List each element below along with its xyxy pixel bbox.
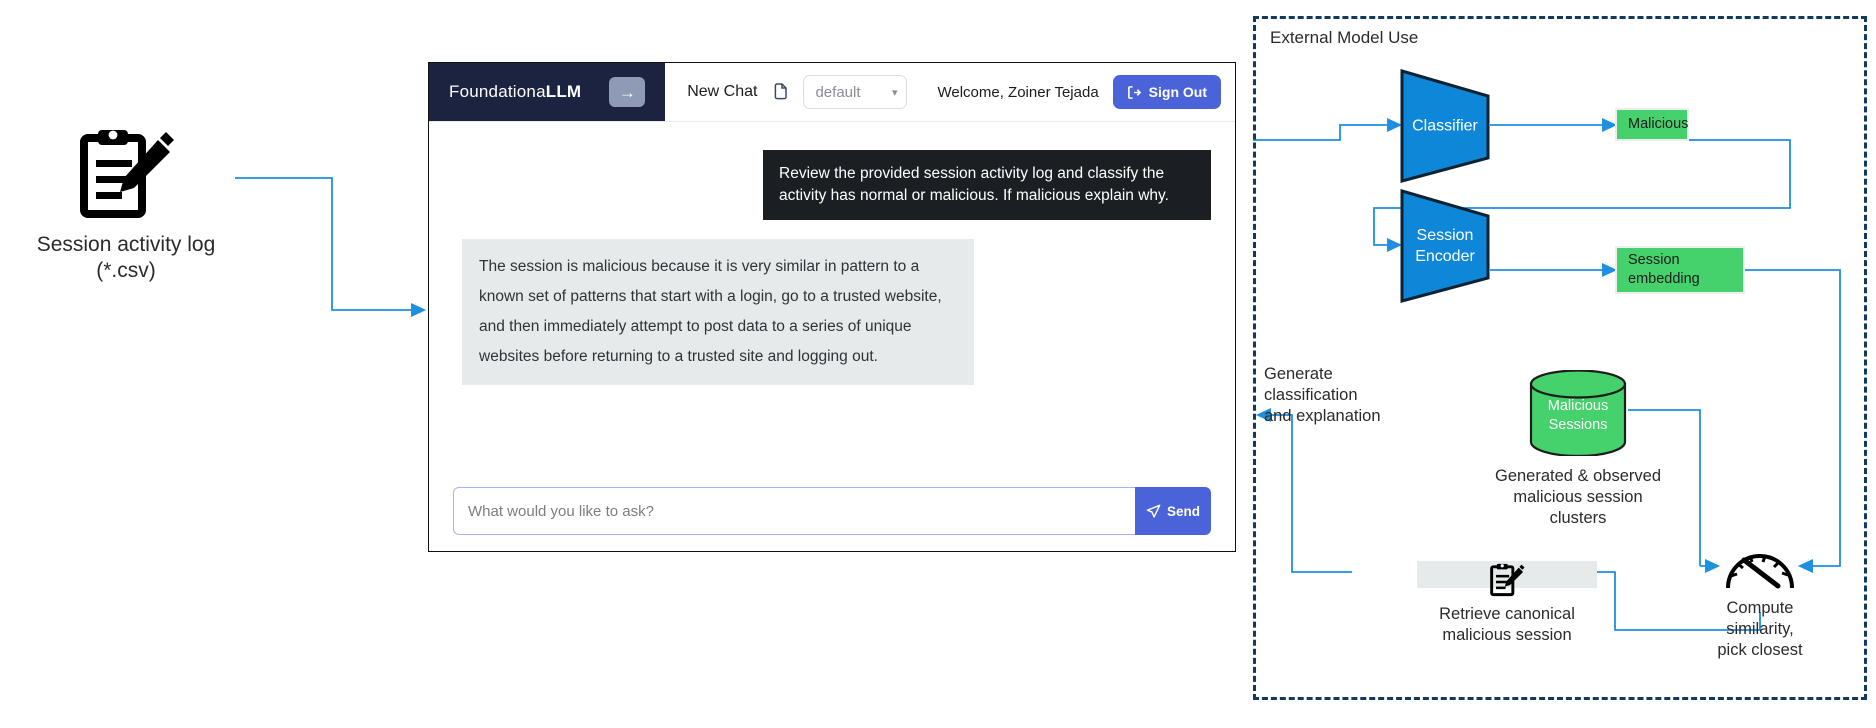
sign-out-button[interactable]: Sign Out <box>1112 75 1221 109</box>
retrieve-session-caption: Retrieve canonical malicious session <box>1407 604 1607 646</box>
cylinder-label-line2: Sessions <box>1548 417 1608 434</box>
generate-caption-line3: and explanation <box>1264 407 1381 425</box>
send-button[interactable]: Send <box>1135 487 1211 535</box>
cylinder-caption-line1: Generated & observed <box>1494 467 1662 485</box>
cylinder-label-line1: Malicious <box>1547 398 1609 415</box>
paper-plane-icon <box>1146 504 1161 518</box>
classifier-shape <box>1400 69 1490 183</box>
generate-caption-line2: classification <box>1264 386 1358 404</box>
session-embedding-line1: Session <box>1628 252 1680 268</box>
malicious-sessions-datastore: Malicious Sessions <box>1528 369 1628 458</box>
clipboard-pencil-icon <box>1490 563 1525 597</box>
session-log-caption-line1: Session activity log <box>36 233 216 256</box>
header-controls: New Chat default ▾ Welcome, Zoiner Tejad… <box>665 63 1235 121</box>
external-panel-title: External Model Use <box>1270 28 1419 47</box>
brand-prefix: Foundationa <box>449 82 546 101</box>
generate-caption-line1: Generate <box>1264 365 1333 383</box>
assistant-message-bubble: The session is malicious because it is v… <box>462 239 974 385</box>
session-embedding-line2: embedding <box>1628 271 1700 287</box>
diagram-canvas: Session activity log (*.csv) Foundationa… <box>0 0 1876 728</box>
session-log-caption: Session activity log (*.csv) <box>18 232 234 284</box>
brand-block: FoundationaLLM → <box>429 63 666 121</box>
brand-suffix: LLM <box>545 82 582 101</box>
generate-classification-caption: Generate classification and explanation <box>1264 364 1381 427</box>
clipboard-pencil-icon <box>80 130 174 218</box>
session-encoder-node: Session Encoder <box>1400 188 1490 304</box>
gauge-icon <box>1726 554 1794 589</box>
session-embedding-box: Session embedding <box>1615 246 1745 294</box>
user-message-bubble: Review the provided session activity log… <box>763 150 1211 220</box>
cylinder-label: Malicious Sessions <box>1528 397 1628 435</box>
arrow-right-icon[interactable]: → <box>609 77 646 107</box>
retrieve-caption-line2: malicious session <box>1442 626 1572 644</box>
agent-select-value: default <box>815 83 861 101</box>
new-chat-label[interactable]: New Chat <box>687 83 757 101</box>
chevron-down-icon: ▾ <box>891 86 898 99</box>
malicious-output-box: Malicious <box>1615 108 1689 141</box>
send-label: Send <box>1166 503 1200 519</box>
compute-caption-line3: pick closest <box>1717 641 1803 659</box>
retrieve-caption-line1: Retrieve canonical <box>1439 605 1575 623</box>
brand-title: FoundationaLLM <box>449 82 581 102</box>
session-encoder-shape <box>1400 189 1490 303</box>
session-log-caption-line2: (*.csv) <box>96 259 156 282</box>
welcome-label: Welcome, Zoiner Tejada <box>937 83 1099 101</box>
copy-icon[interactable] <box>771 82 789 102</box>
agent-select[interactable]: default ▾ <box>803 75 908 109</box>
chat-composer: Send <box>453 487 1211 535</box>
malicious-output-label: Malicious <box>1628 116 1689 132</box>
cylinder-caption-line2: malicious session <box>1513 488 1643 506</box>
sign-out-label: Sign Out <box>1148 84 1207 100</box>
classifier-node: Classifier <box>1400 68 1490 184</box>
session-log-node: Session activity log (*.csv) <box>18 124 234 284</box>
session-embedding-label: Session embedding <box>1628 251 1700 289</box>
chat-input[interactable] <box>453 487 1135 535</box>
app-header: FoundationaLLM → New Chat default ▾ Welc… <box>429 63 1235 122</box>
sign-out-icon <box>1127 85 1141 99</box>
foundationallm-chat-window: FoundationaLLM → New Chat default ▾ Welc… <box>428 62 1236 552</box>
compute-caption-line2: similarity, <box>1726 620 1794 638</box>
cylinder-caption: Generated & observed malicious session c… <box>1478 466 1678 529</box>
compute-caption-line1: Compute <box>1726 599 1794 617</box>
chat-body: Review the provided session activity log… <box>429 122 1235 553</box>
compute-similarity-caption: Compute similarity, pick closest <box>1700 598 1820 661</box>
cylinder-caption-line3: clusters <box>1549 509 1607 527</box>
connector-file-to-chat <box>235 177 427 318</box>
